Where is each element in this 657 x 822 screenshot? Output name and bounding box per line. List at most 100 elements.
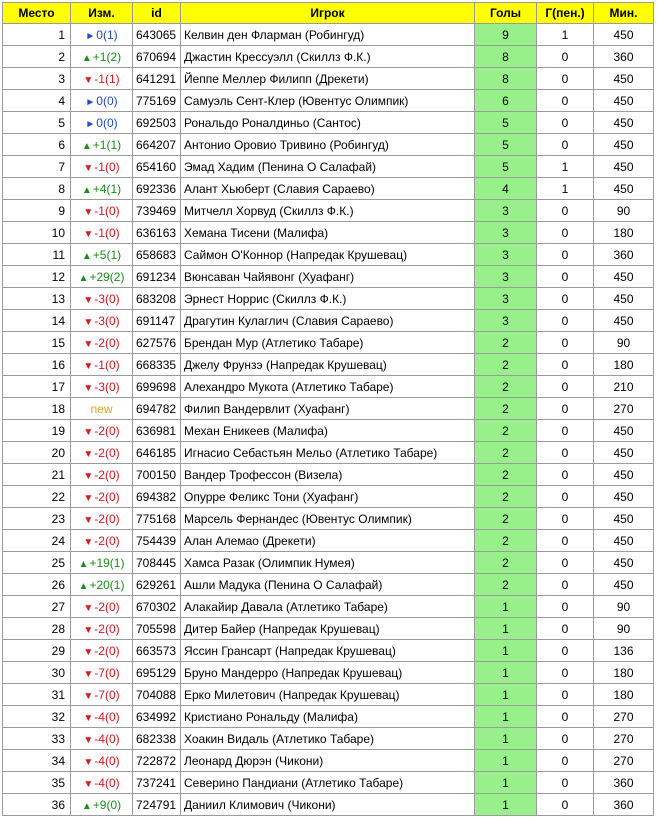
change-cell[interactable]: new (70, 397, 133, 420)
header-mins[interactable]: Мин. (593, 2, 654, 24)
id-cell[interactable]: 636981 (132, 419, 181, 442)
player-cell[interactable]: Митчелл Хорвуд (Скиллз Ф.К.) (180, 199, 475, 222)
change-cell[interactable]: ▼-2(0) (70, 463, 133, 486)
rank-cell[interactable]: 19 (2, 419, 71, 442)
id-cell[interactable]: 724791 (132, 793, 181, 816)
rank-cell[interactable]: 20 (2, 441, 71, 464)
goals-cell[interactable]: 2 (474, 529, 537, 552)
rank-cell[interactable]: 30 (2, 661, 71, 684)
player-cell[interactable]: Вюнсаван Чайявонг (Хуафанг) (180, 265, 475, 288)
goals-cell[interactable]: 2 (474, 353, 537, 376)
rank-cell[interactable]: 16 (2, 353, 71, 376)
pen-cell[interactable]: 0 (536, 463, 594, 486)
mins-cell[interactable]: 90 (593, 331, 654, 354)
goals-cell[interactable]: 1 (474, 661, 537, 684)
rank-cell[interactable]: 11 (2, 243, 71, 266)
rank-cell[interactable]: 32 (2, 705, 71, 728)
rank-cell[interactable]: 35 (2, 771, 71, 794)
goals-cell[interactable]: 2 (474, 507, 537, 530)
mins-cell[interactable]: 450 (593, 265, 654, 288)
goals-cell[interactable]: 2 (474, 331, 537, 354)
mins-cell[interactable]: 210 (593, 375, 654, 398)
player-cell[interactable]: Вандер Трофессон (Визела) (180, 463, 475, 486)
id-cell[interactable]: 663573 (132, 639, 181, 662)
player-cell[interactable]: Северино Пандиани (Атлетико Табаре) (180, 771, 475, 794)
id-cell[interactable]: 636163 (132, 221, 181, 244)
rank-cell[interactable]: 29 (2, 639, 71, 662)
change-cell[interactable]: ►0(1) (70, 23, 133, 46)
pen-cell[interactable]: 0 (536, 617, 594, 640)
mins-cell[interactable]: 180 (593, 683, 654, 706)
id-cell[interactable]: 643065 (132, 23, 181, 46)
goals-cell[interactable]: 2 (474, 397, 537, 420)
pen-cell[interactable]: 0 (536, 639, 594, 662)
pen-cell[interactable]: 0 (536, 419, 594, 442)
mins-cell[interactable]: 360 (593, 793, 654, 816)
mins-cell[interactable]: 450 (593, 309, 654, 332)
player-cell[interactable]: Хемана Тисени (Малифа) (180, 221, 475, 244)
change-cell[interactable]: ▼-7(0) (70, 683, 133, 706)
pen-cell[interactable]: 1 (536, 155, 594, 178)
rank-cell[interactable]: 3 (2, 67, 71, 90)
id-cell[interactable]: 694382 (132, 485, 181, 508)
goals-cell[interactable]: 8 (474, 67, 537, 90)
mins-cell[interactable]: 270 (593, 397, 654, 420)
change-cell[interactable]: ▼-3(0) (70, 309, 133, 332)
goals-cell[interactable]: 6 (474, 89, 537, 112)
pen-cell[interactable]: 0 (536, 133, 594, 156)
mins-cell[interactable]: 90 (593, 617, 654, 640)
pen-cell[interactable]: 0 (536, 45, 594, 68)
id-cell[interactable]: 708445 (132, 551, 181, 574)
goals-cell[interactable]: 1 (474, 727, 537, 750)
mins-cell[interactable]: 360 (593, 771, 654, 794)
change-cell[interactable]: ▼-2(0) (70, 595, 133, 618)
mins-cell[interactable]: 450 (593, 287, 654, 310)
goals-cell[interactable]: 2 (474, 573, 537, 596)
change-cell[interactable]: ▼-2(0) (70, 507, 133, 530)
change-cell[interactable]: ►0(0) (70, 111, 133, 134)
player-cell[interactable]: Хамса Разак (Олимпик Нумея) (180, 551, 475, 574)
pen-cell[interactable]: 0 (536, 727, 594, 750)
player-cell[interactable]: Даниил Климович (Чикони) (180, 793, 475, 816)
mins-cell[interactable]: 270 (593, 727, 654, 750)
player-cell[interactable]: Драгутин Кулаглич (Славия Сараево) (180, 309, 475, 332)
player-cell[interactable]: Алант Хьюберт (Славия Сараево) (180, 177, 475, 200)
player-cell[interactable]: Самуэль Сент-Клер (Ювентус Олимпик) (180, 89, 475, 112)
id-cell[interactable]: 634992 (132, 705, 181, 728)
goals-cell[interactable]: 5 (474, 111, 537, 134)
change-cell[interactable]: ▼-1(1) (70, 67, 133, 90)
change-cell[interactable]: ▼-3(0) (70, 287, 133, 310)
goals-cell[interactable]: 4 (474, 177, 537, 200)
change-cell[interactable]: ▼-2(0) (70, 485, 133, 508)
pen-cell[interactable]: 0 (536, 485, 594, 508)
id-cell[interactable]: 775169 (132, 89, 181, 112)
header-pen[interactable]: Г(пен.) (536, 2, 594, 24)
pen-cell[interactable]: 0 (536, 595, 594, 618)
pen-cell[interactable]: 0 (536, 287, 594, 310)
rank-cell[interactable]: 21 (2, 463, 71, 486)
mins-cell[interactable]: 450 (593, 507, 654, 530)
mins-cell[interactable]: 450 (593, 155, 654, 178)
goals-cell[interactable]: 3 (474, 287, 537, 310)
mins-cell[interactable]: 450 (593, 177, 654, 200)
id-cell[interactable]: 699698 (132, 375, 181, 398)
mins-cell[interactable]: 90 (593, 595, 654, 618)
pen-cell[interactable]: 1 (536, 177, 594, 200)
goals-cell[interactable]: 3 (474, 265, 537, 288)
mins-cell[interactable]: 180 (593, 353, 654, 376)
player-cell[interactable]: Джелу Фрунзэ (Напредак Крушевац) (180, 353, 475, 376)
mins-cell[interactable]: 450 (593, 441, 654, 464)
mins-cell[interactable]: 450 (593, 419, 654, 442)
mins-cell[interactable]: 136 (593, 639, 654, 662)
pen-cell[interactable]: 0 (536, 331, 594, 354)
goals-cell[interactable]: 1 (474, 595, 537, 618)
goals-cell[interactable]: 5 (474, 133, 537, 156)
pen-cell[interactable]: 0 (536, 375, 594, 398)
goals-cell[interactable]: 1 (474, 705, 537, 728)
goals-cell[interactable]: 2 (474, 419, 537, 442)
goals-cell[interactable]: 2 (474, 551, 537, 574)
rank-cell[interactable]: 2 (2, 45, 71, 68)
pen-cell[interactable]: 0 (536, 67, 594, 90)
pen-cell[interactable]: 0 (536, 529, 594, 552)
pen-cell[interactable]: 1 (536, 23, 594, 46)
